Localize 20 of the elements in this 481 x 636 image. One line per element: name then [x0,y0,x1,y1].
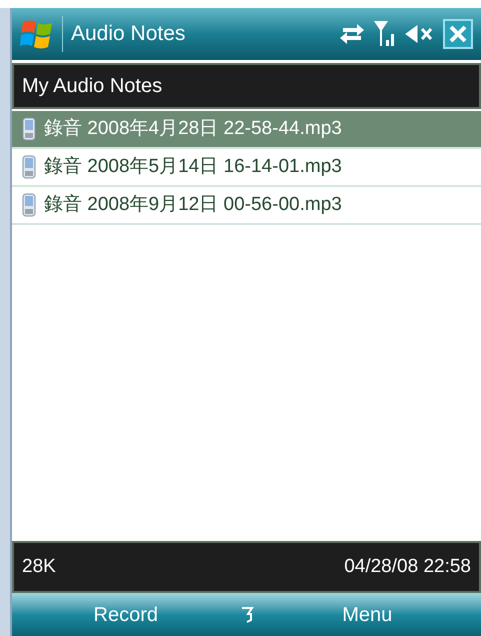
file-size: 28K [22,554,56,579]
phone-icon [22,155,36,179]
signal-icon[interactable] [373,20,397,48]
file-name: 錄音 2008年5月14日 16-14-01.mp3 [44,154,342,179]
muted-speaker-icon[interactable] [405,24,435,44]
sync-arrows-icon[interactable] [339,23,365,45]
record-soft-key[interactable]: Record [12,600,240,630]
close-icon [449,25,467,43]
phone-icon [22,117,36,141]
window-title: Audio Notes [71,21,186,48]
file-name: 錄音 2008年9月12日 00-56-00.mp3 [44,192,342,217]
file-row[interactable]: 錄音 2008年4月28日 22-58-44.mp3 [12,111,481,149]
windows-logo-icon [20,19,54,49]
input-method-icon[interactable] [240,604,254,624]
file-date: 04/28/08 22:58 [344,554,471,579]
header-title: My Audio Notes [22,74,162,99]
file-name: 錄音 2008年4月28日 22-58-44.mp3 [44,116,342,141]
phone-icon [22,193,36,217]
menu-soft-key[interactable]: Menu [254,600,481,630]
close-button[interactable] [443,19,473,49]
